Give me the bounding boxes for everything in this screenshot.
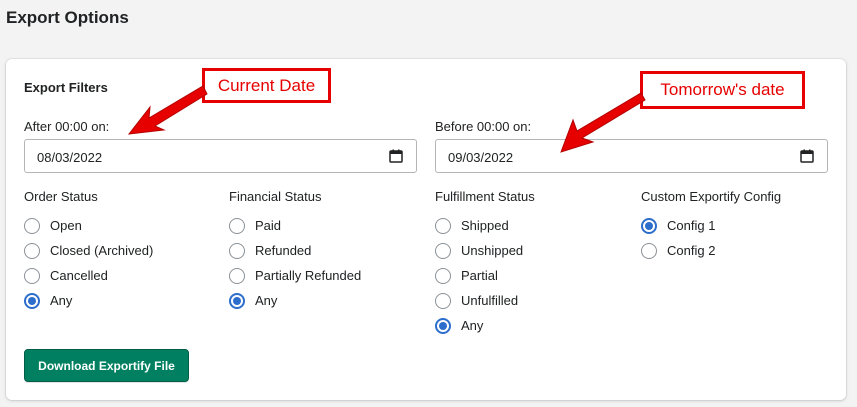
order-status-group: Order Status Open Closed (Archived) Canc…	[24, 189, 153, 313]
financial-status-group: Financial Status Paid Refunded Partially…	[229, 189, 361, 313]
option-label: Paid	[255, 218, 282, 233]
radio-button[interactable]	[641, 242, 657, 259]
after-date-input[interactable]: 08/03/2022	[24, 139, 417, 173]
order-status-option-cancelled[interactable]: Cancelled	[24, 263, 153, 288]
radio-button-selected[interactable]	[641, 217, 657, 234]
option-label: Refunded	[255, 243, 312, 258]
radio-button[interactable]	[24, 267, 40, 284]
before-date-input[interactable]: 09/03/2022	[435, 139, 828, 173]
after-date-value: 08/03/2022	[37, 150, 103, 165]
radio-button[interactable]	[229, 242, 245, 259]
export-filters-title: Export Filters	[24, 80, 108, 95]
option-label: Partially Refunded	[255, 268, 362, 283]
fulfillment-status-option-unshipped[interactable]: Unshipped	[435, 238, 535, 263]
custom-config-option-1[interactable]: Config 1	[641, 213, 781, 238]
option-label: Shipped	[461, 218, 509, 233]
radio-button[interactable]	[229, 267, 245, 284]
radio-button-selected[interactable]	[435, 317, 451, 334]
page-title: Export Options	[6, 8, 129, 27]
option-label: Open	[50, 218, 82, 233]
calendar-icon[interactable]	[388, 148, 404, 164]
radio-button[interactable]	[435, 242, 451, 259]
download-exportify-button[interactable]: Download Exportify File	[24, 349, 189, 382]
order-status-title: Order Status	[24, 189, 98, 204]
custom-config-option-2[interactable]: Config 2	[641, 238, 781, 263]
option-label: Config 1	[667, 218, 716, 233]
calendar-icon[interactable]	[799, 148, 815, 164]
option-label: Any	[255, 293, 278, 308]
order-status-option-any[interactable]: Any	[24, 288, 153, 313]
financial-status-title: Financial Status	[229, 189, 322, 204]
fulfillment-status-option-any[interactable]: Any	[435, 313, 535, 338]
financial-status-option-refunded[interactable]: Refunded	[229, 238, 361, 263]
radio-button[interactable]	[435, 292, 451, 309]
tomorrow-date-callout: Tomorrow's date	[640, 71, 805, 109]
before-date-value: 09/03/2022	[448, 150, 514, 165]
custom-config-group: Custom Exportify Config Config 1 Config …	[641, 189, 781, 263]
after-date-label: After 00:00 on:	[24, 119, 110, 134]
option-label: Unfulfilled	[461, 293, 519, 308]
fulfillment-status-title: Fulfillment Status	[435, 189, 535, 204]
fulfillment-status-option-partial[interactable]: Partial	[435, 263, 535, 288]
radio-button[interactable]	[24, 217, 40, 234]
option-label: Unshipped	[461, 243, 524, 258]
before-date-label: Before 00:00 on:	[435, 119, 532, 134]
radio-button-selected[interactable]	[229, 292, 245, 309]
export-filters-card: Export Filters After 00:00 on: 08/03/202…	[6, 59, 846, 400]
radio-button[interactable]	[435, 267, 451, 284]
option-label: Any	[461, 318, 484, 333]
custom-config-title: Custom Exportify Config	[641, 189, 782, 204]
fulfillment-status-option-shipped[interactable]: Shipped	[435, 213, 535, 238]
fulfillment-status-option-unfulfilled[interactable]: Unfulfilled	[435, 288, 535, 313]
financial-status-option-paid[interactable]: Paid	[229, 213, 361, 238]
order-status-option-open[interactable]: Open	[24, 213, 153, 238]
fulfillment-status-group: Fulfillment Status Shipped Unshipped Par…	[435, 189, 535, 338]
radio-button[interactable]	[435, 217, 451, 234]
financial-status-option-partially-refunded[interactable]: Partially Refunded	[229, 263, 361, 288]
option-label: Partial	[461, 268, 498, 283]
current-date-callout: Current Date	[202, 68, 331, 103]
option-label: Closed (Archived)	[50, 243, 154, 258]
option-label: Cancelled	[50, 268, 108, 283]
option-label: Config 2	[667, 243, 716, 258]
financial-status-option-any[interactable]: Any	[229, 288, 361, 313]
radio-button[interactable]	[229, 217, 245, 234]
option-label: Any	[50, 293, 73, 308]
radio-button[interactable]	[24, 242, 40, 259]
order-status-option-closed[interactable]: Closed (Archived)	[24, 238, 153, 263]
radio-button-selected[interactable]	[24, 292, 40, 309]
